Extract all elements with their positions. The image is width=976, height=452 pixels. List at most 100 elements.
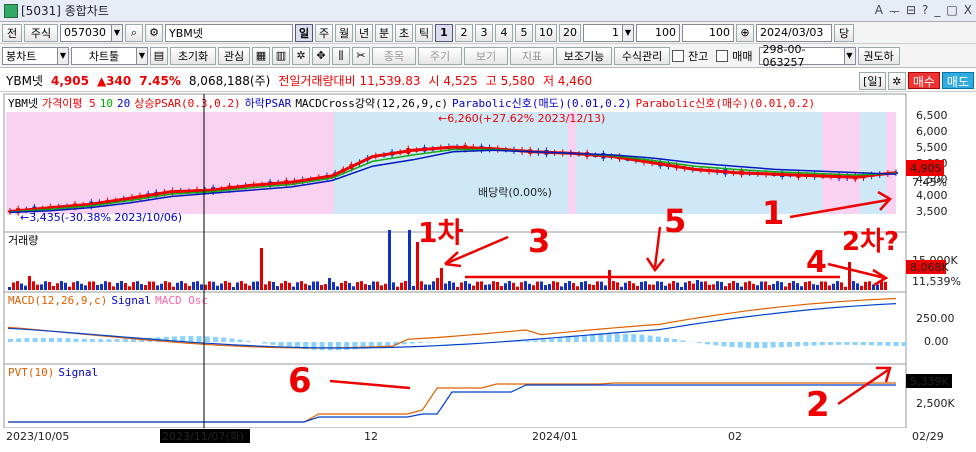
unit-input[interactable]: 1 xyxy=(583,23,623,42)
volume-bar xyxy=(732,281,735,290)
volume-bar xyxy=(16,281,19,290)
volume-value: 8,068,188(주) xyxy=(188,74,271,88)
volume-bar xyxy=(520,282,523,290)
chevron-down-icon[interactable]: ▼ xyxy=(136,46,148,65)
period-month-button[interactable]: 월 xyxy=(335,23,353,42)
volume-bar xyxy=(152,281,155,290)
period-tick-button[interactable]: 틱 xyxy=(415,23,433,42)
quote-infobar: YBM넷 4,905 ▲340 7.45% 8,068,188(주) 전일거래량… xyxy=(0,70,976,92)
num-10-button[interactable]: 10 xyxy=(535,23,557,42)
volume-bar xyxy=(92,281,95,290)
tab-all-button[interactable]: 전 xyxy=(2,23,22,42)
volume-bar xyxy=(372,281,375,290)
move-icon[interactable]: ✥ xyxy=(312,46,330,65)
period-year-button[interactable]: 년 xyxy=(355,23,373,42)
order-button[interactable]: 종목 xyxy=(372,46,416,65)
trade-checkbox[interactable] xyxy=(716,49,729,62)
volume-bar xyxy=(512,282,515,290)
close-icon[interactable]: X xyxy=(964,3,972,20)
trade-label: 매매 xyxy=(732,49,753,63)
period-minute-button[interactable]: 분 xyxy=(375,23,393,42)
gear-icon[interactable]: ✲ xyxy=(887,72,906,90)
volume-bar xyxy=(196,281,199,290)
aux-function-button[interactable]: 보조기능 xyxy=(556,46,612,65)
high-annotation: ←6,260(+27.62% 2023/12/13) xyxy=(438,112,605,125)
zoom-icon[interactable]: ⊕ xyxy=(736,23,754,42)
volume-bar xyxy=(240,281,243,290)
maximize-icon[interactable]: □ xyxy=(946,3,957,20)
date-input[interactable]: 2024/03/03 xyxy=(756,23,832,42)
view-button[interactable]: 보기 xyxy=(464,46,508,65)
balance-checkbox[interactable] xyxy=(672,49,684,62)
bar-icon[interactable]: ⫼ xyxy=(332,46,350,65)
chevron-down-icon[interactable]: ▼ xyxy=(111,23,123,42)
scissors-icon[interactable]: ✂ xyxy=(352,46,370,65)
save-icon[interactable]: ▤ xyxy=(150,46,168,65)
period-day-button[interactable]: 일 xyxy=(295,23,313,42)
table-icon[interactable]: ▥ xyxy=(272,46,290,65)
chart-type-select[interactable]: 봉차트 xyxy=(2,46,58,65)
prev-volume-ratio: 전일거래량대비 11,539.83 xyxy=(278,74,421,88)
volume-bar xyxy=(500,286,503,290)
volume-bar xyxy=(360,281,363,290)
layout-icon[interactable]: ⊟ xyxy=(906,3,916,20)
formula-button[interactable]: 수식관리 xyxy=(614,46,670,65)
macd-osc-bar xyxy=(336,342,341,351)
num-3-button[interactable]: 3 xyxy=(475,23,493,42)
volume-bar xyxy=(608,270,611,290)
count-input-2[interactable]: 100 xyxy=(682,23,734,42)
link-icon[interactable]: ⚙ xyxy=(145,23,163,42)
num-2-button[interactable]: 2 xyxy=(455,23,473,42)
settings-icon[interactable]: ✲ xyxy=(292,46,310,65)
help-icon[interactable]: ? xyxy=(922,3,928,20)
volume-bar xyxy=(344,281,347,290)
num-4-button[interactable]: 4 xyxy=(495,23,513,42)
sell-button[interactable]: 매수 xyxy=(907,72,940,89)
search-icon[interactable]: ⌕ xyxy=(125,23,143,42)
count-input[interactable]: 100 xyxy=(636,23,680,42)
volume-bar xyxy=(336,286,339,290)
account-select[interactable]: 298-00-063257 xyxy=(758,43,845,69)
num-20-button[interactable]: 20 xyxy=(559,23,581,42)
chart-area[interactable]: YBM넷 가격이평 5 10 20 상승PSAR(0.3,0.2) 하락PSAR MACDC… xyxy=(0,92,976,452)
num-1-button[interactable]: 1 xyxy=(435,23,453,42)
buy-button[interactable]: 매도 xyxy=(941,72,974,89)
interest-button[interactable]: 관심 xyxy=(218,46,250,65)
stock-type-button[interactable]: 주식 xyxy=(24,23,58,42)
volume-bar xyxy=(464,281,467,290)
period-second-button[interactable]: 초 xyxy=(395,23,413,42)
stock-name-field[interactable]: YBM넷 xyxy=(165,23,293,42)
cycle-button[interactable]: 주기 xyxy=(418,46,462,65)
macd-osc-bar xyxy=(852,342,858,345)
period-week-button[interactable]: 주 xyxy=(315,23,333,42)
volume-bar xyxy=(76,281,79,290)
daily-button[interactable]: [일] xyxy=(859,72,886,90)
pin-icon[interactable]: ᅮ xyxy=(889,3,900,20)
volume-bar xyxy=(484,284,487,290)
pvt-panel[interactable] xyxy=(3,363,907,429)
chevron-down-icon[interactable]: ▼ xyxy=(843,46,856,65)
macd-osc-bar xyxy=(901,342,907,347)
font-size-icon[interactable]: A xyxy=(875,3,883,20)
pvt-tag: 5,339K xyxy=(910,375,949,388)
num-5-button[interactable]: 5 xyxy=(515,23,533,42)
init-button[interactable]: 초기화 xyxy=(170,46,216,65)
volume-bar xyxy=(324,284,327,290)
indicator-button[interactable]: 지표 xyxy=(510,46,554,65)
volume-bar xyxy=(40,284,43,290)
pin-today-button[interactable]: 당 xyxy=(834,23,854,42)
volume-bar xyxy=(384,283,387,290)
chevron-down-icon[interactable]: ▼ xyxy=(622,23,634,42)
volume-bar xyxy=(412,285,415,290)
grid-icon[interactable]: ▦ xyxy=(252,46,270,65)
volume-bar xyxy=(764,281,767,290)
stock-code-input[interactable]: 057030 xyxy=(60,23,112,42)
minimize-icon[interactable]: _ xyxy=(934,3,940,20)
volume-bar xyxy=(184,283,187,290)
volume-bar xyxy=(768,285,771,290)
volume-bar xyxy=(104,281,107,290)
chevron-down-icon[interactable]: ▼ xyxy=(57,46,69,65)
chart-tools-select[interactable]: 차트툴 xyxy=(71,46,137,65)
permission-button[interactable]: 권도하 xyxy=(857,46,900,65)
volume-bar xyxy=(524,281,527,290)
